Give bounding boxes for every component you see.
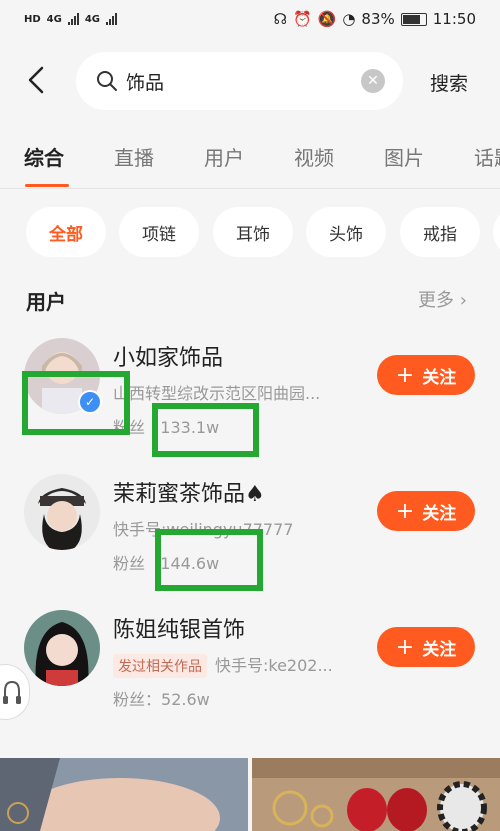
user-name[interactable]: 小如家饰品: [113, 340, 223, 372]
plus-icon: +: [395, 498, 415, 524]
follow-label[interactable]: 关注: [422, 363, 456, 388]
chevron-right-icon: ›: [459, 290, 467, 311]
follow-button[interactable]: + 关注: [377, 627, 475, 667]
search-button[interactable]: 搜索: [430, 69, 468, 96]
more-link[interactable]: 更多 ›: [418, 286, 467, 312]
signal-icon: [67, 13, 79, 25]
battery-percent: 83%: [361, 10, 395, 28]
chip-headwear[interactable]: 头饰: [306, 207, 386, 257]
tab-videos[interactable]: 视频: [294, 142, 334, 171]
back-icon[interactable]: [22, 65, 52, 95]
status-bar: HD 4G 4G ☊ ⏰ 🔕 ◔ 83% 11:50: [0, 0, 500, 38]
highlight-box-fans-2: [155, 529, 263, 591]
mute-icon: 🔕: [317, 10, 337, 28]
headphone-icon: [3, 680, 21, 704]
status-left: HD 4G 4G: [24, 13, 118, 25]
search-header: 饰品 ✕ 搜索: [0, 45, 500, 119]
user-meta: 发过相关作品 快手号:ke202...: [113, 652, 333, 678]
clock: 11:50: [432, 10, 476, 28]
follow-label[interactable]: 关注: [422, 499, 456, 524]
more-label[interactable]: 更多: [418, 290, 454, 311]
fans-label: 粉丝：: [113, 690, 162, 709]
result-tabs: 综合 直播 用户 视频 图片 话题: [0, 132, 500, 189]
network-label-2: 4G: [84, 13, 101, 25]
tab-users[interactable]: 用户: [204, 142, 244, 171]
search-query[interactable]: 饰品: [126, 68, 164, 95]
video-thumbnail[interactable]: [0, 758, 248, 831]
tab-images[interactable]: 图片: [384, 142, 424, 171]
user-location: 山西转型综改示范区阳曲园...: [113, 384, 321, 403]
user-row[interactable]: 陈姐纯银首饰 发过相关作品 快手号:ke202... 粉丝：52.6w + 关注: [0, 610, 500, 730]
avatar[interactable]: [24, 610, 100, 686]
thumbnail-image: [0, 758, 248, 831]
tab-live[interactable]: 直播: [114, 142, 154, 171]
section-title: 用户: [26, 290, 66, 314]
tab-all[interactable]: 综合: [24, 142, 64, 171]
highlight-box-avatar: [22, 371, 130, 435]
user-name[interactable]: 茉莉蜜茶饰品♠: [113, 476, 265, 508]
chip-earrings[interactable]: 耳饰: [213, 207, 293, 257]
clear-icon[interactable]: ✕: [361, 69, 385, 93]
chip-necklace[interactable]: 项链: [119, 207, 199, 257]
search-input[interactable]: 饰品 ✕: [76, 52, 403, 110]
related-works-badge: 发过相关作品: [113, 654, 207, 678]
fans-label: 粉丝: [113, 554, 146, 573]
headphone-icon: ☊: [273, 10, 287, 28]
status-right: ☊ ⏰ 🔕 ◔ 83% 11:50: [274, 10, 476, 28]
user-name[interactable]: 陈姐纯银首饰: [113, 612, 245, 644]
follow-button[interactable]: + 关注: [377, 355, 475, 395]
avatar-image: [24, 474, 100, 550]
video-thumbnail[interactable]: [252, 758, 500, 831]
fans-count: 52.6w: [161, 690, 210, 709]
follow-button[interactable]: + 关注: [377, 491, 475, 531]
hd-label: HD: [24, 13, 41, 25]
tab-topics[interactable]: 话题: [474, 142, 500, 171]
user-id: 快手号:ke202...: [215, 656, 333, 675]
highlight-box-fans-1: [152, 403, 259, 457]
avatar[interactable]: [24, 474, 100, 550]
battery-icon: [400, 12, 427, 26]
chip-more[interactable]: [493, 207, 500, 257]
chip-all[interactable]: 全部: [26, 207, 106, 257]
avatar-image: [24, 610, 100, 686]
follow-label[interactable]: 关注: [422, 635, 456, 660]
signal-icon-2: [106, 13, 118, 25]
tab-active-indicator: [25, 184, 69, 187]
plus-icon: +: [395, 362, 415, 388]
thumbnail-image: [252, 758, 500, 831]
network-label-1: 4G: [46, 13, 62, 25]
alarm-icon: ⏰: [292, 10, 312, 28]
search-icon: [97, 71, 117, 91]
plus-icon: +: [395, 634, 415, 660]
user-fans: 粉丝：52.6w: [113, 686, 210, 710]
chip-rings[interactable]: 戒指: [400, 207, 480, 257]
filter-chips: 全部 项链 耳饰 头饰 戒指: [0, 207, 500, 259]
speed-icon: ◔: [342, 10, 356, 28]
